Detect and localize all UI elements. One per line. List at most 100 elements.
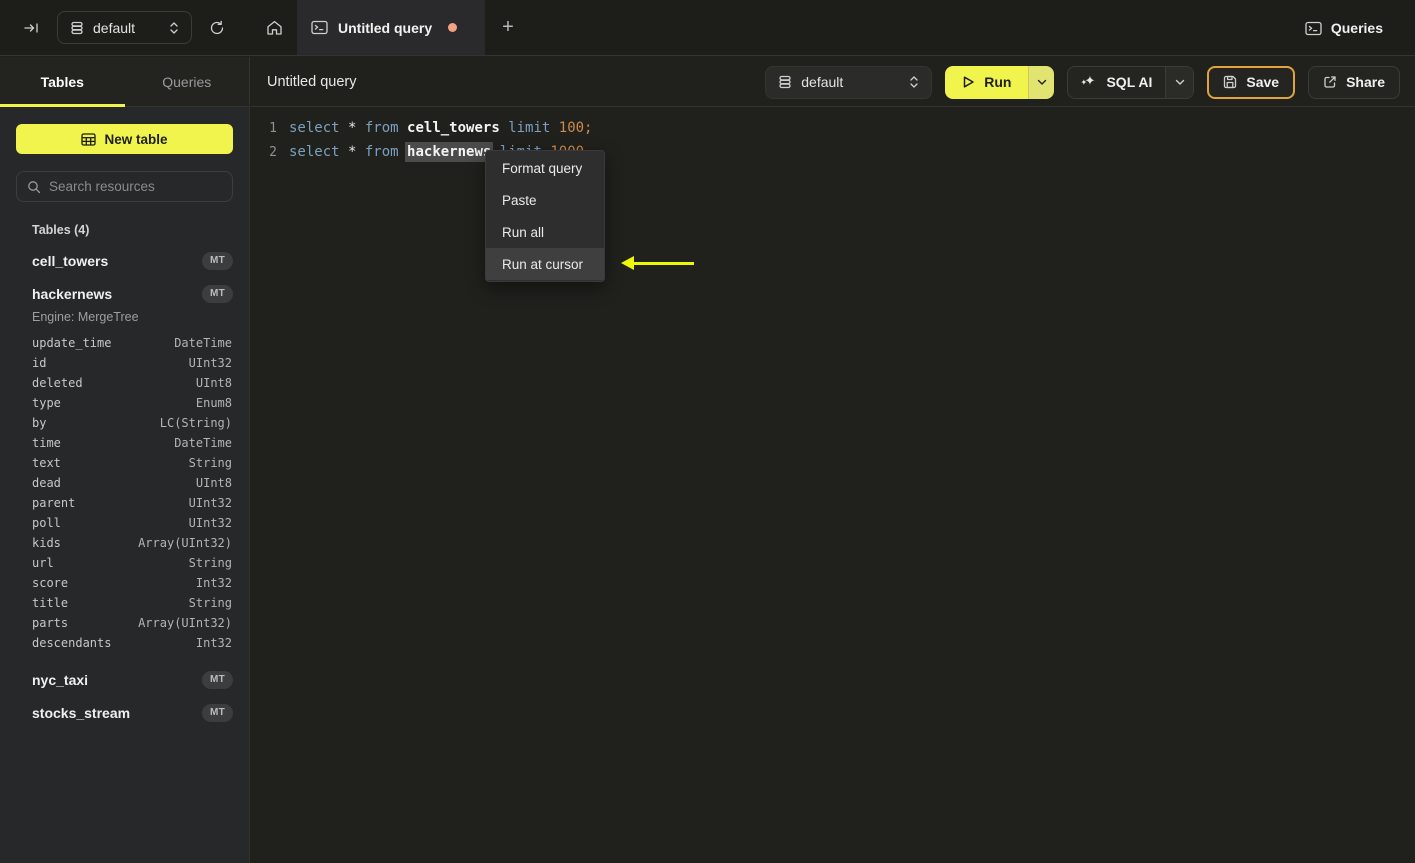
column-type: String xyxy=(188,556,232,570)
topbar-database-selector[interactable]: default xyxy=(57,11,192,44)
menu-item-paste[interactable]: Paste xyxy=(486,184,604,216)
column-name: kids xyxy=(32,536,61,550)
new-tab-button[interactable]: + xyxy=(485,0,531,55)
run-button[interactable]: Run xyxy=(945,65,1029,99)
column-type: Array(UInt32) xyxy=(138,616,232,630)
run-options-button[interactable] xyxy=(1028,65,1055,99)
column-type: String xyxy=(188,456,232,470)
collapse-sidebar-button[interactable] xyxy=(14,12,50,44)
home-tab[interactable] xyxy=(251,0,297,55)
topbar-database-value: default xyxy=(93,19,136,36)
refresh-button[interactable] xyxy=(200,12,234,44)
column-row[interactable]: dead UInt8 xyxy=(32,473,232,493)
column-name: time xyxy=(32,436,61,450)
column-row[interactable]: descendants Int32 xyxy=(32,633,232,653)
column-row[interactable]: parent UInt32 xyxy=(32,493,232,513)
run-label: Run xyxy=(984,74,1012,90)
column-row[interactable]: time DateTime xyxy=(32,433,232,453)
tab-title: Untitled query xyxy=(338,19,433,36)
editor-line[interactable]: 2 select * from hackernews limit 1000 xyxy=(251,140,1415,164)
menu-item-run-all[interactable]: Run all xyxy=(486,216,604,248)
context-menu: Format query Paste Run all Run at cursor xyxy=(485,150,605,282)
column-type: DateTime xyxy=(174,336,232,350)
queries-terminal-icon xyxy=(1305,21,1322,36)
database-icon xyxy=(70,21,84,35)
column-name: score xyxy=(32,576,69,590)
column-row[interactable]: poll UInt32 xyxy=(32,513,232,533)
column-name: deleted xyxy=(32,376,83,390)
share-button[interactable]: Share xyxy=(1308,65,1400,99)
column-name: dead xyxy=(32,476,61,490)
code-token: from xyxy=(364,120,408,136)
code-token: * xyxy=(348,120,365,136)
toolbar-database-selector[interactable]: default xyxy=(765,65,933,99)
chevron-updown-icon xyxy=(169,21,179,35)
column-row[interactable]: deleted UInt8 xyxy=(32,373,232,393)
column-row[interactable]: text String xyxy=(32,453,232,473)
code-token: cell_towers xyxy=(407,120,500,136)
new-table-label: New table xyxy=(104,131,168,147)
column-type: LC(String) xyxy=(159,416,232,430)
menu-item-run-at-cursor[interactable]: Run at cursor xyxy=(486,248,604,280)
engine-badge: MT xyxy=(201,284,233,303)
table-icon xyxy=(81,132,97,146)
play-icon xyxy=(962,75,975,89)
sidebar-tab-queries[interactable]: Queries xyxy=(125,57,250,106)
column-type: UInt32 xyxy=(188,356,232,370)
query-toolbar: Untitled query default Run ✦ ✦ SQL AI Sa… xyxy=(251,57,1415,107)
top-bar: default Untitled query + Queries xyxy=(0,0,1415,56)
column-row[interactable]: by LC(String) xyxy=(32,413,232,433)
column-type: Int32 xyxy=(195,576,232,590)
run-button-group: Run xyxy=(945,65,1055,99)
column-row[interactable]: type Enum8 xyxy=(32,393,232,413)
tab-strip: Untitled query + xyxy=(251,0,531,55)
chevron-updown-icon xyxy=(909,75,919,89)
column-row[interactable]: id UInt32 xyxy=(32,353,232,373)
tables-section-label: Tables (4) xyxy=(32,223,90,237)
table-engine-label: Engine: MergeTree xyxy=(32,310,139,324)
column-type: DateTime xyxy=(174,436,232,450)
table-item-stocks-stream[interactable]: stocks_stream MT xyxy=(32,696,233,729)
code-token: 100; xyxy=(558,120,593,136)
column-row[interactable]: update_time DateTime xyxy=(32,333,232,353)
save-label: Save xyxy=(1246,74,1280,90)
query-title: Untitled query xyxy=(267,73,357,90)
line-number: 1 xyxy=(269,120,277,136)
sidebar-tabs: Tables Queries xyxy=(0,57,249,107)
table-name: cell_towers xyxy=(32,252,109,269)
code-token: select xyxy=(289,120,349,136)
home-icon xyxy=(266,20,283,36)
code-token: limit xyxy=(508,120,559,136)
share-label: Share xyxy=(1346,74,1385,90)
sidebar-tab-tables[interactable]: Tables xyxy=(0,57,125,106)
sql-ai-button[interactable]: ✦ ✦ SQL AI xyxy=(1068,67,1165,98)
table-item-hackernews[interactable]: hackernews MT xyxy=(32,277,233,310)
column-type: Enum8 xyxy=(195,396,232,410)
engine-badge: MT xyxy=(201,670,233,689)
chevron-down-icon xyxy=(1037,79,1047,86)
column-name: type xyxy=(32,396,61,410)
tab-untitled-query[interactable]: Untitled query xyxy=(297,0,485,55)
column-row[interactable]: score Int32 xyxy=(32,573,232,593)
sql-ai-options-button[interactable] xyxy=(1165,66,1194,98)
editor-line[interactable]: 1 select * from cell_towers limit 100; xyxy=(251,116,1415,140)
column-row[interactable]: parts Array(UInt32) xyxy=(32,613,232,633)
column-name: parent xyxy=(32,496,76,510)
column-list: update_time DateTime id UInt32 deleted U… xyxy=(32,333,232,653)
code-token: select xyxy=(289,144,349,160)
column-row[interactable]: title String xyxy=(32,593,232,613)
table-name: stocks_stream xyxy=(32,704,131,721)
engine-badge: MT xyxy=(201,251,233,270)
search-input[interactable] xyxy=(49,179,226,194)
new-table-button[interactable]: New table xyxy=(16,124,233,154)
queries-button[interactable]: Queries xyxy=(1305,12,1383,44)
save-button[interactable]: Save xyxy=(1207,65,1296,99)
column-row[interactable]: kids Array(UInt32) xyxy=(32,533,232,553)
column-name: poll xyxy=(32,516,61,530)
table-item-nyc-taxi[interactable]: nyc_taxi MT xyxy=(32,663,233,696)
menu-item-format-query[interactable]: Format query xyxy=(486,152,604,184)
column-row[interactable]: url String xyxy=(32,553,232,573)
sql-editor[interactable]: 1 select * from cell_towers limit 100; 2… xyxy=(251,108,1415,863)
sidebar: Tables Queries New table Tables (4) cell… xyxy=(0,57,250,863)
table-item-cell-towers[interactable]: cell_towers MT xyxy=(32,244,233,277)
